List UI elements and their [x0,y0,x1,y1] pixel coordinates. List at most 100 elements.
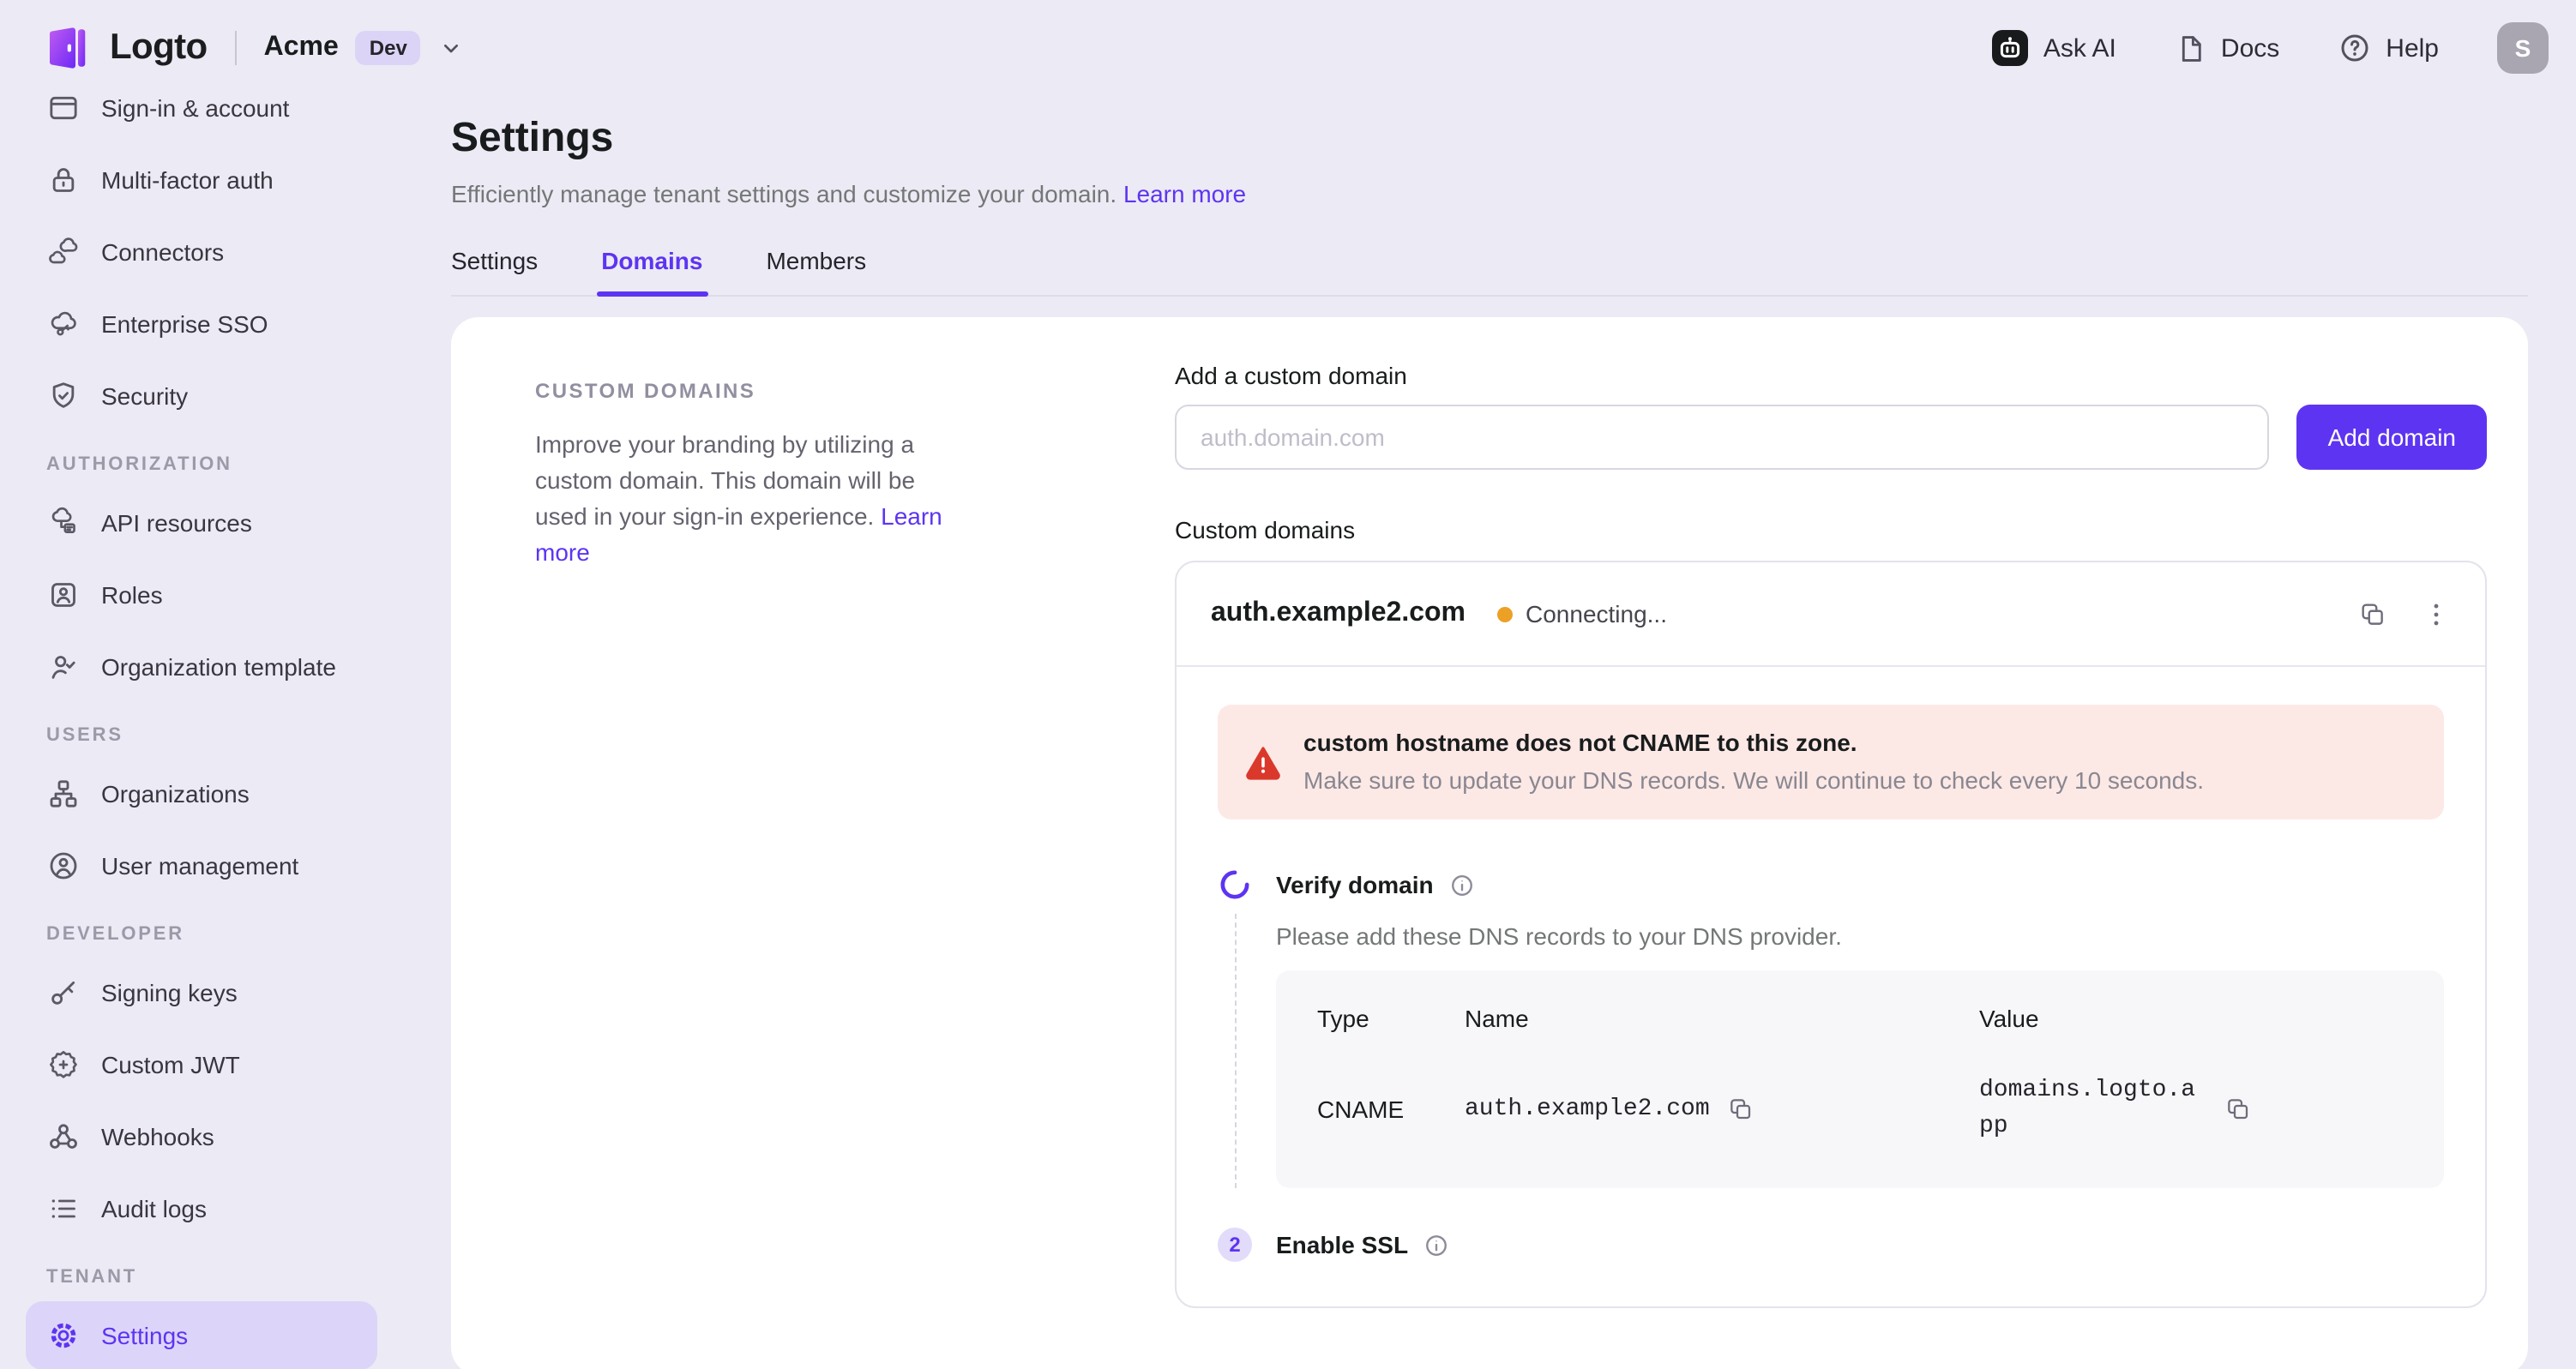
verify-domain-description: Please add these DNS records to your DNS… [1276,922,2444,950]
list-icon [46,1192,81,1226]
ask-ai-label: Ask AI [2043,33,2116,63]
sidebar-item-label: Webhooks [101,1123,214,1150]
dns-record-name-cell: auth.example2.com [1465,1096,1979,1123]
sidebar-item-label: Enterprise SSO [101,310,268,338]
tenant-env-badge: Dev [356,31,421,65]
sidebar-item-roles[interactable]: Roles [26,561,377,629]
sidebar-item-custom-jwt[interactable]: Custom JWT [26,1030,377,1099]
section-heading: CUSTOM DOMAINS [535,379,1175,403]
sidebar-item-sign-in-account[interactable]: Sign-in & account [26,96,377,142]
seal-plus-icon [46,1048,81,1082]
enable-ssl-title-row: Enable SSL [1276,1228,2444,1262]
main-content: Settings Efficiently manage tenant setti… [403,96,2576,1369]
dns-header-name: Name [1465,1005,1979,1032]
person-circle-icon [46,849,81,883]
gear-icon [46,1318,81,1353]
domain-more-menu-button[interactable] [2422,599,2451,628]
ask-ai-button[interactable]: Ask AI [1992,29,2116,67]
tenant-selector[interactable]: Acme Dev [264,31,466,65]
section-description: Improve your branding by utilizing a cus… [535,427,971,571]
dns-header-value: Value [1979,1005,2039,1032]
copy-value-button[interactable] [2224,1096,2252,1123]
info-icon[interactable] [1423,1232,1449,1258]
status-label: Connecting... [1526,600,1667,627]
sidebar-item-connectors[interactable]: Connectors [26,218,377,286]
webhook-icon [46,1120,81,1154]
warning-icon [1245,744,1281,780]
topbar: Logto Acme Dev Ask A [0,0,2576,96]
help-label: Help [2386,33,2439,63]
help-icon [2338,31,2372,65]
info-icon[interactable] [1449,872,1475,898]
custom-domains-main: Add a custom domain Add domain Custom do… [1175,358,2487,1334]
dns-records-table: Type Name Value CNAME auth.example2.com [1276,970,2444,1188]
person-check-icon [46,650,81,684]
domain-actions [2358,599,2451,628]
sidebar-item-user-management[interactable]: User management [26,832,377,900]
kebab-menu-icon [2422,599,2451,628]
sidebar-item-label: Audit logs [101,1195,207,1222]
sidebar-item-security[interactable]: Security [26,362,377,430]
chevron-down-icon [438,34,466,62]
dns-record-value: domains.logto.app [1979,1073,2207,1145]
tab-domains[interactable]: Domains [601,247,702,295]
docs-button[interactable]: Docs [2175,32,2279,64]
spinner-icon [1218,868,1252,902]
sidebar-item-enterprise-sso[interactable]: Enterprise SSO [26,290,377,358]
lock-icon [46,163,81,197]
enable-ssl-step: 2 Enable SSL [1218,1228,2444,1262]
sidebar-item-webhooks[interactable]: Webhooks [26,1102,377,1171]
verify-domain-title-row: Verify domain [1276,868,2444,902]
sidebar-item-label: Sign-in & account [101,96,289,122]
browser-window-icon [46,96,81,125]
sidebar-item-api-resources[interactable]: API resources [26,489,377,557]
tab-members[interactable]: Members [766,247,866,295]
page-title: Settings [451,113,2528,165]
status-dot [1496,606,1512,621]
shield-check-icon [46,379,81,413]
add-domain-row: Add domain [1175,405,2487,470]
dns-record-name: auth.example2.com [1465,1096,1710,1123]
dns-table-header-row: Type Name Value [1317,1005,2403,1032]
shell: Sign-in & account Multi-factor auth Conn… [0,96,2576,1369]
domain-card-body: custom hostname does not CNAME to this z… [1177,667,2485,1306]
copy-name-button[interactable] [1727,1096,1754,1123]
step-number-badge: 2 [1218,1228,1252,1262]
copy-icon [2358,599,2387,628]
org-chart-icon [46,777,81,811]
step-connector-line [1234,914,1236,1188]
sidebar-item-organization-template[interactable]: Organization template [26,633,377,701]
help-button[interactable]: Help [2338,31,2439,65]
step-rail: 2 [1218,1228,1252,1262]
page-learn-more-link[interactable]: Learn more [1123,180,1246,207]
sidebar-item-audit-logs[interactable]: Audit logs [26,1174,377,1243]
tab-settings[interactable]: Settings [451,247,538,295]
copy-icon [1727,1096,1754,1123]
cloud-node-icon [46,506,81,540]
sidebar-item-label: Security [101,382,188,410]
enable-ssl-title: Enable SSL [1276,1231,1408,1258]
custom-domains-list-label: Custom domains [1175,516,2487,543]
user-avatar[interactable]: S [2497,22,2549,74]
error-title: custom hostname does not CNAME to this z… [1303,727,2204,760]
connectors-clouds-icon [46,235,81,269]
domain-name: auth.example2.com [1211,598,1466,629]
sidebar-item-multi-factor-auth[interactable]: Multi-factor auth [26,146,377,214]
sidebar-item-settings[interactable]: Settings [26,1301,377,1369]
dns-record-type: CNAME [1317,1096,1465,1123]
add-domain-button[interactable]: Add domain [2297,405,2487,470]
custom-domains-intro: CUSTOM DOMAINS Improve your branding by … [492,358,1175,1334]
copy-domain-button[interactable] [2358,599,2387,628]
docs-label: Docs [2221,33,2279,63]
logto-brand[interactable]: Logto [41,22,208,74]
add-domain-input[interactable] [1175,405,2270,470]
verify-domain-title: Verify domain [1276,871,1434,898]
ask-ai-icon [1992,29,2030,67]
sidebar-item-label: Settings [101,1322,188,1349]
sidebar-item-signing-keys[interactable]: Signing keys [26,958,377,1027]
sidebar-item-label: Multi-factor auth [101,166,274,194]
tabs-bar: Settings Domains Members [451,247,2528,297]
domain-status: Connecting... [1496,600,1667,627]
sidebar-section-tenant: TENANT [46,1260,357,1294]
sidebar-item-organizations[interactable]: Organizations [26,760,377,828]
